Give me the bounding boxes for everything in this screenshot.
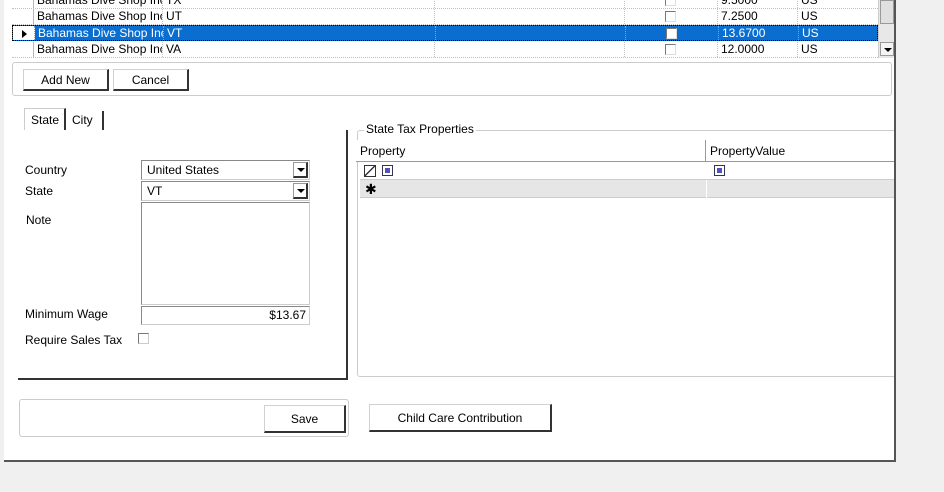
note-textarea[interactable]	[141, 202, 310, 305]
property-field-icon[interactable]	[382, 165, 393, 176]
child-care-contribution-button[interactable]: Child Care Contribution	[369, 404, 552, 432]
state-tax-properties-title: State Tax Properties	[364, 122, 476, 136]
tab-city[interactable]: City	[66, 111, 104, 130]
checkbox-cell[interactable]	[625, 0, 718, 8]
require-sales-tax-label: Require Sales Tax	[25, 333, 123, 347]
country-label: Country	[25, 163, 68, 177]
company-cell[interactable]: Bahamas Dive Shop Inc	[34, 42, 163, 57]
table-row[interactable]: Bahamas Dive Shop Inc UT 7.2500 US	[12, 9, 878, 25]
chevron-down-icon[interactable]	[293, 162, 308, 178]
cancel-button[interactable]: Cancel	[113, 69, 189, 91]
tax-property-row[interactable]	[360, 162, 894, 180]
grid-button-bar: Add New Cancel	[12, 62, 892, 96]
state-code-cell[interactable]: VA	[163, 42, 435, 57]
edit-row-icon	[364, 165, 376, 177]
state-code-cell[interactable]: TX	[163, 0, 435, 8]
checkbox-cell[interactable]	[625, 9, 718, 24]
save-button-box: Save	[19, 399, 349, 437]
blank-cell[interactable]	[435, 0, 625, 8]
rate-cell[interactable]: 7.2500	[718, 9, 798, 24]
grid-vertical-scrollbar[interactable]	[878, 0, 894, 58]
minimum-wage-input[interactable]: $13.67	[141, 306, 310, 325]
table-row[interactable]: Bahamas Dive Shop Inc TX 9.5000 US	[12, 0, 878, 9]
scrollbar-thumb[interactable]	[880, 0, 894, 24]
state-select[interactable]: VT	[141, 181, 310, 201]
scroll-down-arrow-icon[interactable]	[880, 42, 894, 56]
country-cell[interactable]: US	[799, 26, 879, 40]
current-row-arrow-icon	[22, 30, 27, 38]
blank-cell[interactable]	[436, 26, 626, 40]
table-row-selected[interactable]: Bahamas Dive Shop Inc VT 13.6700 US	[12, 25, 879, 41]
country-cell[interactable]: US	[798, 0, 878, 8]
state-select-value: VT	[147, 184, 163, 198]
country-cell[interactable]: US	[798, 42, 878, 57]
table-row[interactable]: Bahamas Dive Shop Inc VA 12.0000 US	[12, 42, 878, 58]
rate-cell[interactable]: 12.0000	[718, 42, 798, 57]
add-new-button[interactable]: Add New	[23, 69, 109, 91]
country-select[interactable]: United States	[141, 160, 310, 180]
new-row[interactable]: ✱	[360, 180, 894, 198]
country-cell[interactable]: US	[798, 9, 878, 24]
rate-cell[interactable]: 9.5000	[718, 0, 798, 8]
row-header[interactable]	[12, 0, 34, 8]
save-button[interactable]: Save	[264, 405, 346, 433]
row-checkbox[interactable]	[665, 0, 676, 6]
note-label: Note	[26, 213, 52, 227]
blank-cell[interactable]	[435, 42, 625, 57]
row-header[interactable]	[13, 26, 35, 40]
rate-cell[interactable]: 13.6700	[719, 26, 799, 40]
new-row-star-icon: ✱	[365, 181, 377, 197]
company-cell[interactable]: Bahamas Dive Shop Inc	[35, 26, 164, 40]
property-value-field-icon[interactable]	[714, 165, 725, 176]
state-code-cell[interactable]: VT	[164, 26, 436, 40]
checkbox-cell[interactable]	[625, 42, 718, 57]
company-cell[interactable]: Bahamas Dive Shop Inc	[34, 9, 163, 24]
minimum-wage-label: Minimum Wage	[25, 307, 108, 321]
state-setup-panel: Bahamas Dive Shop Inc TX 9.5000 US Baham…	[4, 0, 896, 462]
row-header[interactable]	[12, 42, 34, 57]
row-checkbox[interactable]	[665, 11, 676, 22]
column-divider	[706, 180, 707, 198]
chevron-down-icon[interactable]	[293, 183, 308, 199]
row-header[interactable]	[12, 9, 34, 24]
checkbox-cell[interactable]	[626, 26, 719, 40]
blank-cell[interactable]	[435, 9, 625, 24]
company-cell[interactable]: Bahamas Dive Shop Inc	[34, 0, 163, 8]
row-checkbox[interactable]	[666, 28, 677, 39]
state-label: State	[25, 184, 54, 198]
property-value-column-header[interactable]: PropertyValue	[706, 140, 894, 162]
property-column-header[interactable]: Property	[356, 140, 706, 162]
tab-state[interactable]: State	[24, 108, 66, 130]
state-code-cell[interactable]: UT	[163, 9, 435, 24]
row-checkbox[interactable]	[665, 44, 676, 55]
require-sales-tax-checkbox[interactable]	[138, 333, 149, 344]
country-select-value: United States	[147, 163, 220, 177]
